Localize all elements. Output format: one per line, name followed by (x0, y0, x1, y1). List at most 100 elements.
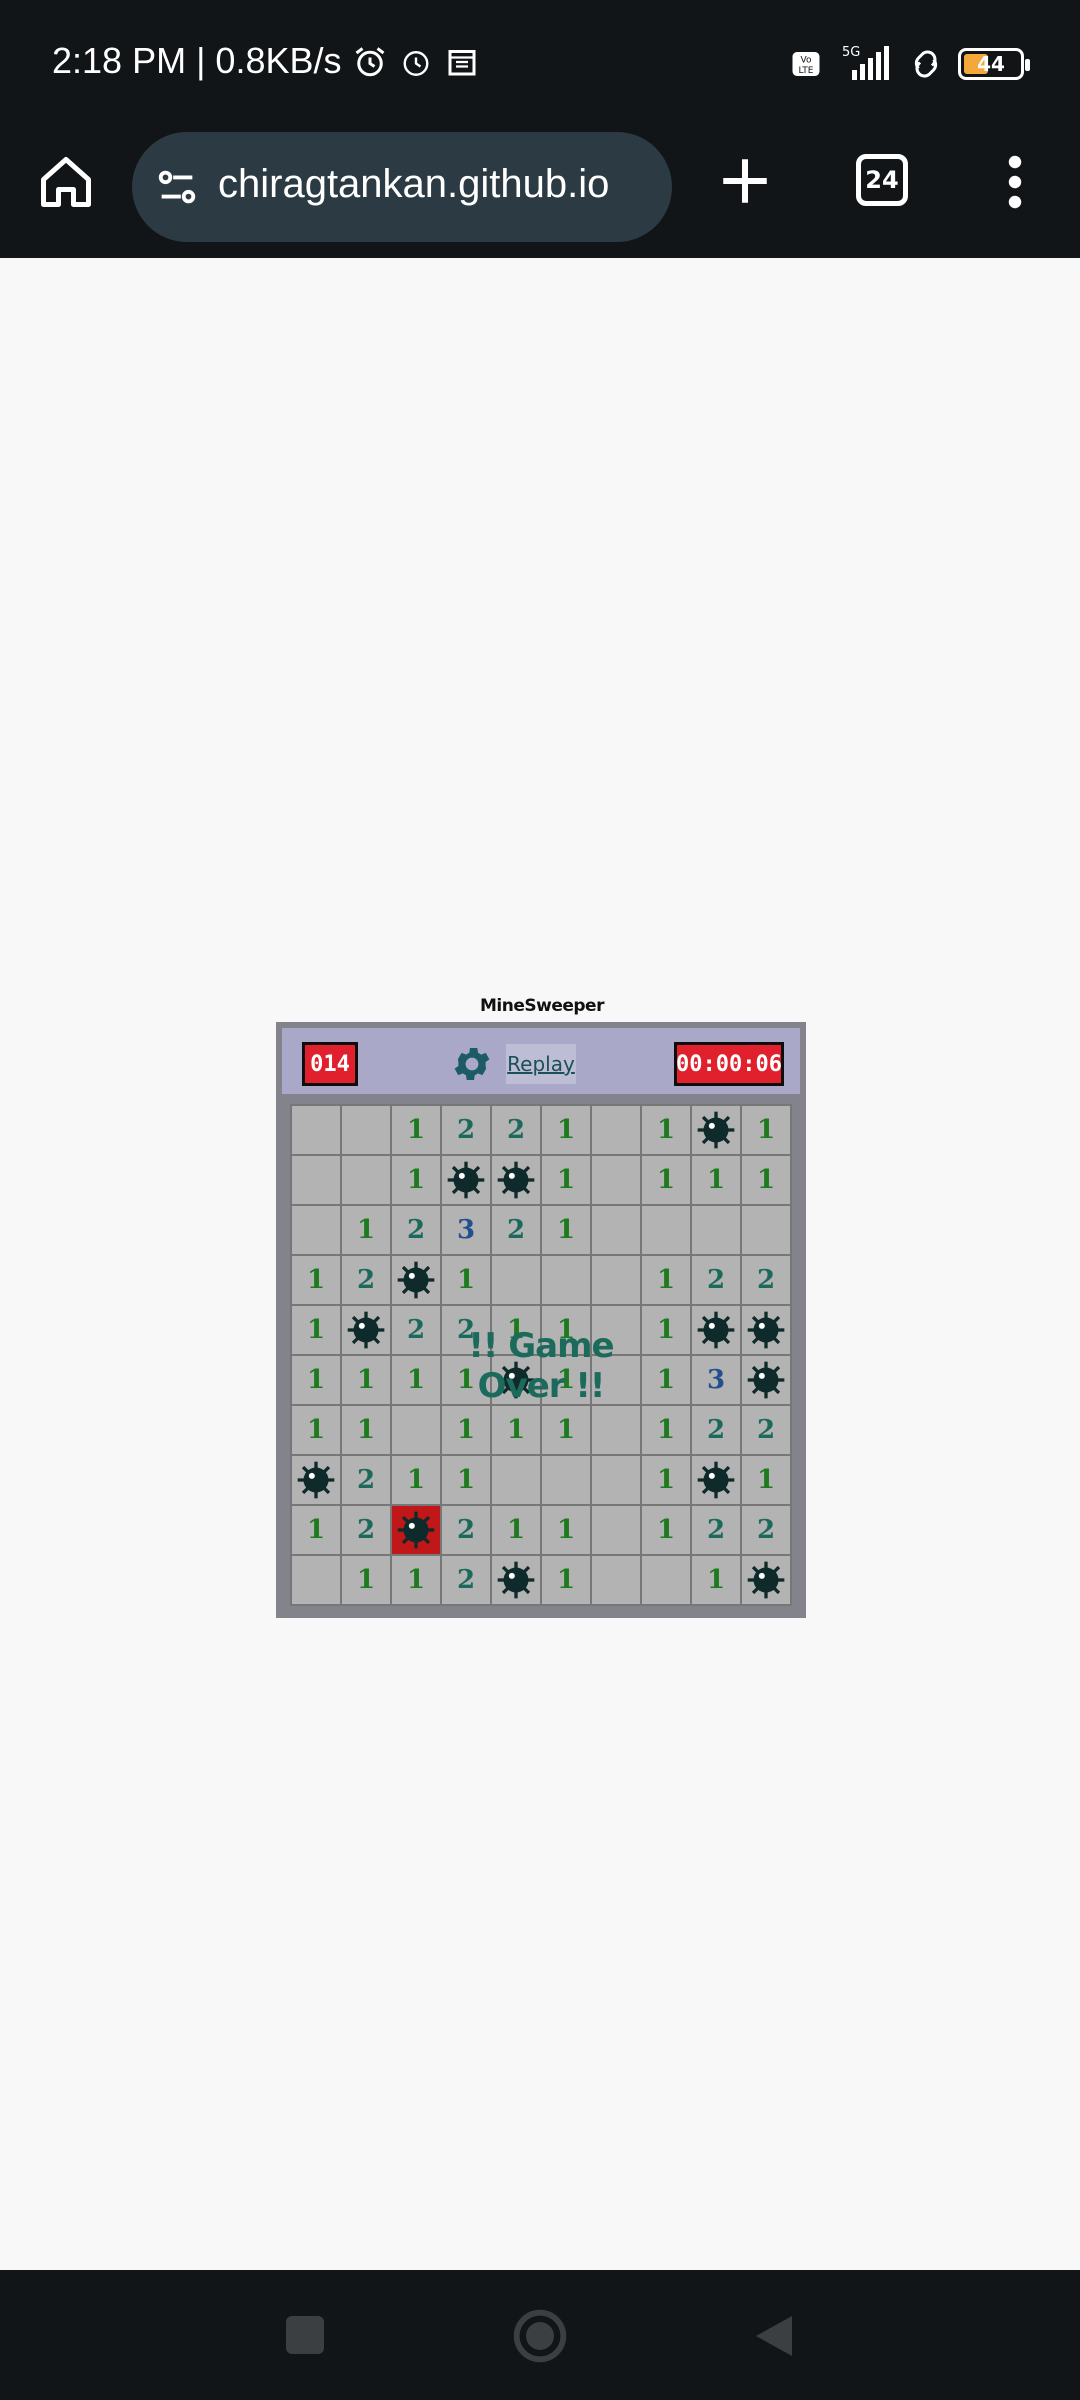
board-cell[interactable]: 2 (342, 1506, 390, 1554)
board-cell[interactable]: 1 (292, 1306, 340, 1354)
board-cell[interactable]: 2 (742, 1406, 790, 1454)
board-cell[interactable]: 1 (442, 1406, 490, 1454)
address-bar[interactable]: chiragtankan.github.io (132, 132, 672, 242)
board-cell[interactable]: 1 (642, 1106, 690, 1154)
board-cell[interactable] (392, 1256, 440, 1304)
board-cell[interactable]: 1 (442, 1256, 490, 1304)
board-cell[interactable]: 2 (442, 1556, 490, 1604)
board-cell[interactable]: 1 (542, 1106, 590, 1154)
board-cell[interactable]: 3 (692, 1356, 740, 1404)
board-cell[interactable]: 1 (542, 1406, 590, 1454)
tune-icon[interactable] (154, 164, 200, 210)
board-cell[interactable]: 1 (292, 1506, 340, 1554)
recents-button[interactable] (286, 2316, 324, 2354)
board-cell[interactable] (542, 1256, 590, 1304)
board-cell[interactable] (592, 1356, 640, 1404)
board-cell[interactable]: 1 (542, 1306, 590, 1354)
board-cell[interactable]: 1 (742, 1456, 790, 1504)
board-cell[interactable]: 1 (392, 1156, 440, 1204)
board-cell[interactable] (492, 1256, 540, 1304)
board-cell[interactable]: 1 (392, 1356, 440, 1404)
board-cell[interactable]: 1 (392, 1556, 440, 1604)
board-cell[interactable]: 2 (692, 1256, 740, 1304)
board-cell[interactable] (592, 1406, 640, 1454)
board-cell[interactable]: 1 (392, 1106, 440, 1154)
board-cell[interactable] (492, 1156, 540, 1204)
board-cell[interactable]: 2 (442, 1106, 490, 1154)
board-cell[interactable]: 1 (542, 1506, 590, 1554)
more-vert-icon[interactable] (1000, 152, 1030, 212)
board-cell[interactable] (642, 1206, 690, 1254)
board-cell[interactable] (742, 1306, 790, 1354)
board-cell[interactable]: 2 (492, 1206, 540, 1254)
board-cell[interactable] (592, 1306, 640, 1354)
board-cell[interactable] (592, 1256, 640, 1304)
board-cell[interactable]: 1 (542, 1206, 590, 1254)
board-cell[interactable]: 1 (642, 1506, 690, 1554)
board-cell[interactable] (292, 1556, 340, 1604)
replay-button[interactable]: Replay (506, 1044, 576, 1084)
board-cell[interactable]: 1 (392, 1456, 440, 1504)
board-cell[interactable] (742, 1206, 790, 1254)
board-cell[interactable] (292, 1106, 340, 1154)
board-cell[interactable] (592, 1456, 640, 1504)
board-cell[interactable]: 2 (692, 1406, 740, 1454)
board-cell[interactable] (442, 1156, 490, 1204)
board-cell[interactable]: 1 (342, 1406, 390, 1454)
board-cell[interactable]: 1 (642, 1456, 690, 1504)
home-icon[interactable] (36, 152, 96, 212)
board-cell[interactable]: 1 (542, 1156, 590, 1204)
board-cell[interactable] (592, 1106, 640, 1154)
board-cell[interactable]: 1 (642, 1406, 690, 1454)
board-cell[interactable]: 2 (692, 1506, 740, 1554)
board-cell[interactable] (742, 1356, 790, 1404)
board-cell[interactable] (592, 1156, 640, 1204)
board-cell[interactable] (692, 1306, 740, 1354)
gear-icon[interactable] (450, 1042, 494, 1086)
board-cell[interactable]: 1 (692, 1556, 740, 1604)
board-cell[interactable]: 1 (742, 1156, 790, 1204)
board-cell[interactable]: 1 (292, 1406, 340, 1454)
url-text[interactable]: chiragtankan.github.io (218, 162, 609, 207)
board-cell[interactable]: 1 (492, 1406, 540, 1454)
board-cell[interactable] (392, 1406, 440, 1454)
board-cell[interactable]: 1 (342, 1206, 390, 1254)
board-cell[interactable]: 1 (292, 1356, 340, 1404)
board-cell[interactable] (592, 1206, 640, 1254)
board-cell[interactable] (492, 1556, 540, 1604)
board-cell[interactable]: 1 (642, 1356, 690, 1404)
board-cell[interactable] (492, 1456, 540, 1504)
board-cell[interactable]: 1 (442, 1456, 490, 1504)
board-cell[interactable]: 2 (742, 1256, 790, 1304)
board-cell[interactable]: 2 (442, 1306, 490, 1354)
board-cell[interactable]: 1 (542, 1356, 590, 1404)
board-cell[interactable]: 2 (392, 1206, 440, 1254)
board-cell[interactable]: 2 (742, 1506, 790, 1554)
board-cell[interactable] (392, 1506, 440, 1554)
board-cell[interactable] (742, 1556, 790, 1604)
board-cell[interactable]: 2 (392, 1306, 440, 1354)
board-cell[interactable] (592, 1506, 640, 1554)
board-cell[interactable] (692, 1206, 740, 1254)
nav-home-icon[interactable] (512, 2308, 568, 2364)
board-cell[interactable]: 1 (442, 1356, 490, 1404)
board-cell[interactable]: 1 (492, 1506, 540, 1554)
board-cell[interactable] (342, 1156, 390, 1204)
board-cell[interactable] (642, 1556, 690, 1604)
board-cell[interactable] (692, 1456, 740, 1504)
tab-switcher-button[interactable]: 24 (856, 154, 908, 206)
board-cell[interactable]: 1 (492, 1306, 540, 1354)
board-cell[interactable]: 1 (542, 1556, 590, 1604)
board-cell[interactable] (292, 1206, 340, 1254)
board-cell[interactable]: 1 (642, 1156, 690, 1204)
board-cell[interactable]: 2 (492, 1106, 540, 1154)
board-cell[interactable]: 1 (292, 1256, 340, 1304)
board-cell[interactable] (492, 1356, 540, 1404)
plus-icon[interactable] (716, 152, 774, 210)
board-cell[interactable]: 1 (642, 1256, 690, 1304)
board-cell[interactable]: 1 (642, 1306, 690, 1354)
board-cell[interactable]: 1 (342, 1356, 390, 1404)
back-icon[interactable] (752, 2312, 796, 2360)
board-cell[interactable] (292, 1456, 340, 1504)
board-cell[interactable]: 2 (342, 1256, 390, 1304)
